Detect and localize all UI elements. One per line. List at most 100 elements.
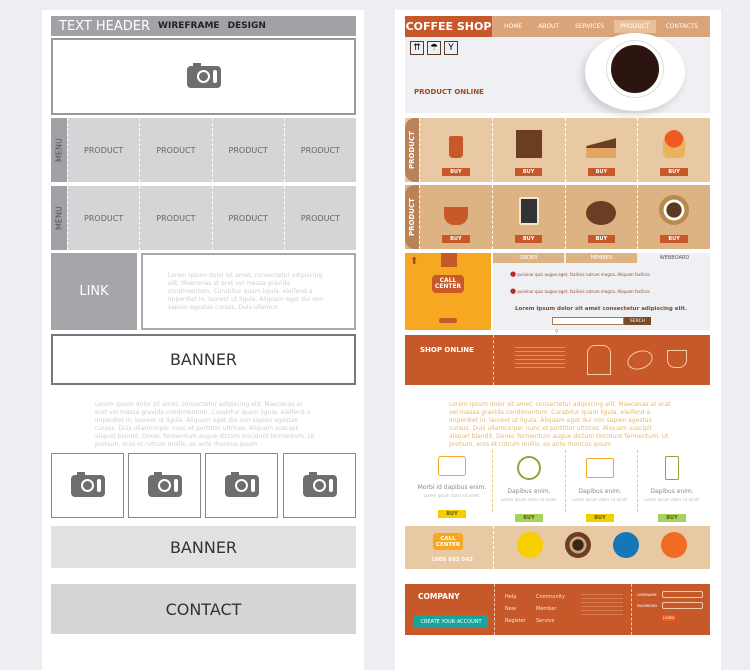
nav-product[interactable]: PRODUCT xyxy=(614,20,656,33)
call-center-bubble: CALL CENTER xyxy=(432,275,464,293)
product-cell[interactable]: PRODUCT xyxy=(139,118,211,182)
footer-link[interactable]: Member xyxy=(536,606,565,612)
footer-link[interactable]: Community xyxy=(536,594,565,600)
this-way-up-icon: ⇈ xyxy=(410,41,424,55)
product-row: PRODUCT BUY BUY BUY BUY xyxy=(405,118,710,182)
location-pin-icon: ● xyxy=(510,270,517,278)
buy-button[interactable]: BUY xyxy=(442,168,470,176)
product-cell[interactable]: PRODUCT xyxy=(67,186,139,250)
feature-item: Dapibus enim. Lorem ipsum dolor sit amet.… xyxy=(494,450,564,523)
tab-order[interactable]: ORDER xyxy=(493,253,564,263)
product-row: PRODUCT BUY BUY BUY BUY xyxy=(405,185,710,249)
credit-card-circle-icon xyxy=(613,532,639,558)
header-title: TEXT HEADER xyxy=(59,18,151,34)
logo[interactable]: COFFEE SHOP xyxy=(405,16,492,37)
username-label: USERNAME xyxy=(637,593,657,597)
nav-home[interactable]: HOME xyxy=(498,20,528,33)
buy-button[interactable]: BUY xyxy=(438,510,466,518)
link-text-box: Lorem ipsum dolor sit amet, consectetur … xyxy=(141,253,356,330)
feature-item: Morbi id dapibus enim. Lorem ipsum dolor … xyxy=(417,450,487,519)
menu-tab[interactable]: MENU xyxy=(51,186,67,250)
image-placeholder xyxy=(128,453,201,518)
camera-icon xyxy=(302,471,337,497)
cupcake-icon xyxy=(663,130,686,158)
image-placeholder xyxy=(283,453,356,518)
feature-sub: Lorem ipsum dolor sit amet. xyxy=(500,497,558,502)
cup-saucer-icon xyxy=(517,456,541,480)
login-button[interactable]: LOGIN xyxy=(662,615,675,621)
footer-link[interactable]: Help xyxy=(505,594,526,600)
footer-company: COMPANY xyxy=(418,592,460,601)
buy-button[interactable]: BUY xyxy=(515,514,543,522)
create-account-button[interactable]: CREATE YOUR ACCOUNT xyxy=(414,615,488,628)
hot-cup-icon xyxy=(443,207,468,225)
buy-button[interactable]: BUY xyxy=(514,168,543,176)
nav-contacts[interactable]: CONTACTS xyxy=(660,20,704,33)
product-cell[interactable]: PRODUCT xyxy=(211,118,284,182)
link-box[interactable]: LINK xyxy=(51,253,137,330)
fragile-glass-icon: Y xyxy=(444,41,458,55)
feature-item: Dapibus enim. Lorem ipsum dolor sit amet.… xyxy=(565,450,635,523)
image-placeholder xyxy=(205,453,278,518)
location-pin-icon: ● xyxy=(510,287,517,295)
feature-sub: Lorem ipsum dolor sit amet. xyxy=(643,497,701,502)
lightbulb-icon xyxy=(661,532,687,558)
password-input[interactable] xyxy=(662,602,703,609)
call-center-box[interactable]: ⬆ CALL CENTER xyxy=(405,253,491,330)
product-cell[interactable]: PRODUCT xyxy=(67,118,139,182)
placeholder-text xyxy=(515,347,565,371)
buy-button[interactable]: BUY xyxy=(514,235,543,243)
camera-icon xyxy=(70,471,105,497)
coffee-beans-icon xyxy=(586,201,617,225)
nav-about[interactable]: ABOUT xyxy=(532,20,565,33)
menu-board-icon xyxy=(518,197,539,225)
product-cell[interactable]: PRODUCT xyxy=(211,186,284,250)
coffee-bean-icon xyxy=(624,347,656,373)
banner[interactable]: BANNER xyxy=(51,334,356,385)
footer-link[interactable]: New xyxy=(505,606,526,612)
tab-webboard[interactable]: WEBBOARD xyxy=(639,253,710,263)
product-cell[interactable]: PRODUCT xyxy=(283,186,356,250)
banner-2[interactable]: BANNER xyxy=(51,526,356,568)
footer-link[interactable]: Register xyxy=(505,618,526,624)
body-text: Lorem ipsum dolor sit amet, consectetur … xyxy=(449,401,671,448)
takeaway-cup-icon xyxy=(448,136,463,158)
product-tab[interactable]: PRODUCT xyxy=(405,185,419,249)
credit-card-icon xyxy=(438,456,466,476)
phone-icon xyxy=(665,456,679,480)
shop-online-title[interactable]: SHOP ONLINE xyxy=(420,346,474,354)
feature-item: Dapibus enim. Lorem ipsum dolor sit amet.… xyxy=(637,450,707,523)
coffee-cup-image xyxy=(585,33,685,111)
call-center-bubble[interactable]: CALL CENTER xyxy=(433,533,463,550)
buy-button[interactable]: BUY xyxy=(660,235,688,243)
buy-button[interactable]: BUY xyxy=(442,235,470,243)
search-button[interactable]: SERCH xyxy=(624,317,651,325)
buy-button[interactable]: BUY xyxy=(587,235,616,243)
buy-button[interactable]: BUY xyxy=(660,168,688,176)
menu-tab[interactable]: MENU xyxy=(51,118,67,182)
list-item: ● pulvinar quis augue eget, facilisis ru… xyxy=(510,270,651,278)
footer-link[interactable]: Service xyxy=(536,618,565,624)
buy-button[interactable]: BUY xyxy=(586,514,614,522)
coffee-machine-icon xyxy=(515,130,542,158)
tab-member[interactable]: MEMBER xyxy=(566,253,637,263)
product-tab[interactable]: PRODUCT xyxy=(405,118,419,182)
navbar: COFFEE SHOP HOME ABOUT SERVICES PRODUCT … xyxy=(405,16,710,37)
coffee-cup-top-icon xyxy=(659,195,690,225)
tabs-panel: ORDER MEMBER WEBBOARD ● pulvinar quis au… xyxy=(493,253,710,335)
product-row: MENU PRODUCT PRODUCT PRODUCT PRODUCT xyxy=(51,186,356,250)
username-input[interactable] xyxy=(662,591,703,598)
buy-button[interactable]: BUY xyxy=(658,514,686,522)
cake-slice-icon xyxy=(586,138,617,158)
feature-title: Dapibus enim. xyxy=(507,488,551,495)
product-cell[interactable]: PRODUCT xyxy=(283,118,356,182)
search-input[interactable]: ⚲ xyxy=(552,317,624,335)
buy-button[interactable]: BUY xyxy=(587,168,616,176)
list-item: ● pulvinar quis augue eget, facilisis ru… xyxy=(510,287,651,295)
contact-section[interactable]: CONTACT xyxy=(51,584,356,634)
nav-services[interactable]: SERVICES xyxy=(569,20,610,33)
tablet-icon xyxy=(586,458,614,478)
product-cell[interactable]: PRODUCT xyxy=(139,186,211,250)
camera-icon xyxy=(186,62,221,88)
password-label: PASSWORD xyxy=(637,604,658,608)
